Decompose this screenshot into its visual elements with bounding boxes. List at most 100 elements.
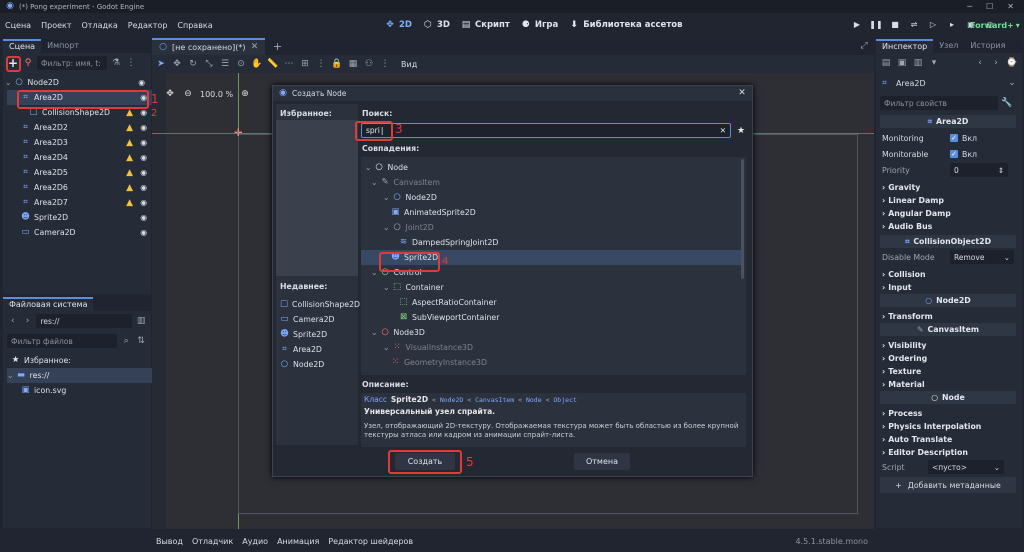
group-icon[interactable]: ▦ — [347, 58, 359, 70]
visibility-eye-icon[interactable]: ◉ — [140, 153, 147, 162]
maximize-icon[interactable]: ☐ — [986, 2, 993, 11]
search-icon[interactable]: ⌕ — [120, 335, 132, 347]
view-menu[interactable]: Вид — [401, 60, 417, 69]
menu-scene[interactable]: Сцена — [0, 21, 36, 30]
smart-snap-icon[interactable]: ⋯ — [283, 58, 295, 70]
visibility-eye-icon[interactable]: ◉ — [140, 213, 147, 222]
move-tool-icon[interactable]: ✥ — [171, 58, 183, 70]
visibility-eye-icon[interactable]: ◉ — [140, 108, 147, 117]
match-subviewportcontainer[interactable]: ⊠ SubViewportContainer — [361, 310, 743, 325]
warning-icon[interactable]: ▲ — [126, 198, 133, 208]
pan-tool-icon[interactable]: ✋ — [251, 58, 263, 70]
workspace-3d[interactable]: ⬡ 3D — [422, 19, 450, 31]
visibility-eye-icon[interactable]: ◉ — [140, 123, 147, 132]
section-material[interactable]: › Material — [876, 376, 1020, 392]
history-back-icon[interactable]: ‹ — [974, 57, 986, 69]
tree-node-area2d3[interactable]: ⌗ Area2D3 ▲ ◉ — [7, 135, 153, 150]
save-resource-icon[interactable]: ▥ — [912, 57, 924, 69]
skeleton-icon[interactable]: ⚇ — [363, 58, 375, 70]
visibility-eye-icon[interactable]: ◉ — [140, 228, 147, 237]
tree-node-area2d7[interactable]: ⌗ Area2D7 ▲ ◉ — [7, 195, 153, 210]
close-tab-icon[interactable]: ✕ — [248, 42, 260, 54]
load-resource-icon[interactable]: ▣ — [896, 57, 908, 69]
select-tool-icon[interactable]: ➤ — [155, 58, 167, 70]
match-canvasitem[interactable]: ⌄ ✎ CanvasItem — [361, 175, 743, 190]
section-input[interactable]: › Input — [876, 279, 1020, 295]
favorite-star-icon[interactable]: ★ — [735, 125, 747, 137]
resource-menu-icon[interactable]: ▾ — [928, 57, 940, 69]
snap-options-icon[interactable]: ⋮ — [315, 58, 327, 70]
match-visualinstance3d[interactable]: ⌄ ⁙ VisualInstance3D — [361, 340, 743, 355]
section-audio-bus[interactable]: › Audio Bus — [876, 218, 1020, 234]
link-icon[interactable]: ⚲ — [22, 57, 34, 69]
recent-item-camera2d[interactable]: ▭ Camera2D — [280, 312, 358, 327]
recent-item-collisionshape2d[interactable]: □ CollisionShape2D — [280, 297, 360, 312]
tree-node-sprite2d[interactable]: ☻ Sprite2D ◉ — [7, 210, 153, 225]
scale-tool-icon[interactable]: ⤡ — [203, 58, 215, 70]
tab-filesystem[interactable]: Файловая система — [3, 297, 94, 311]
match-animatedsprite2d[interactable]: ▣ AnimatedSprite2D — [361, 205, 743, 220]
split-mode-icon[interactable]: ▥ — [135, 315, 147, 327]
menu-help[interactable]: Справка — [172, 21, 217, 30]
match-joint2d[interactable]: ⌄ ○ Joint2D — [361, 220, 743, 235]
visibility-eye-icon[interactable]: ◉ — [140, 168, 147, 177]
remote-debug-icon[interactable]: ⇌ — [907, 17, 921, 31]
close-icon[interactable]: ✕ — [736, 88, 748, 100]
tab-inspector[interactable]: Инспектор — [876, 39, 934, 53]
tree-node-camera2d[interactable]: ▭ Camera2D ◉ — [7, 225, 153, 240]
visibility-eye-icon[interactable]: ◉ — [140, 198, 147, 207]
play-scene-icon[interactable]: ▷ — [926, 17, 940, 31]
tab-import[interactable]: Импорт — [41, 39, 85, 53]
favorites-item[interactable]: ★ Избранное: — [11, 353, 157, 368]
warning-icon[interactable]: ▲ — [126, 168, 133, 178]
menu-dots-icon[interactable]: ⋮ — [125, 57, 137, 69]
warning-icon[interactable]: ▲ — [126, 108, 133, 118]
recent-item-node2d[interactable]: ○ Node2D — [280, 357, 358, 372]
forward-icon[interactable]: › — [22, 315, 34, 327]
match-node2d[interactable]: ⌄ ○ Node2D — [361, 190, 743, 205]
pause-icon[interactable]: ❚❚ — [869, 17, 883, 31]
play-icon[interactable]: ▶ — [850, 17, 864, 31]
visibility-eye-icon[interactable]: ◉ — [140, 138, 147, 147]
path-input[interactable]: res:// — [36, 314, 133, 328]
tab-debugger[interactable]: Отладчик — [192, 537, 233, 546]
filter-icon[interactable]: ⚗ — [110, 57, 122, 69]
file-filter-input[interactable]: Фильтр файлов — [7, 334, 118, 348]
rotate-tool-icon[interactable]: ↻ — [187, 58, 199, 70]
warning-icon[interactable]: ▲ — [126, 183, 133, 193]
warning-icon[interactable]: ▲ — [126, 153, 133, 163]
match-node[interactable]: ⌄ ○ Node — [361, 160, 743, 175]
recent-item-sprite2d[interactable]: ☻ Sprite2D — [280, 327, 358, 342]
tab-audio[interactable]: Аудио — [242, 537, 268, 546]
match-aspectratiocontainer[interactable]: ⬚ AspectRatioContainer — [361, 295, 743, 310]
scene-tab-unsaved[interactable]: ○ [не сохранено](*) ✕ — [152, 38, 266, 55]
close-icon[interactable]: ✕ — [1007, 2, 1014, 11]
class-name[interactable]: Sprite2D — [391, 395, 428, 404]
match-node3d[interactable]: ⌄ ○ Node3D — [361, 325, 743, 340]
recent-item-area2d[interactable]: ⌗ Area2D — [280, 342, 358, 357]
icon-svg-item[interactable]: ▣ icon.svg — [21, 383, 167, 398]
minimize-icon[interactable]: ─ — [967, 2, 972, 11]
visibility-eye-icon[interactable]: ◉ — [138, 78, 145, 87]
sort-icon[interactable]: ⇅ — [135, 335, 147, 347]
disable-mode-select[interactable]: Remove ⌄ — [950, 250, 1014, 264]
lock-icon[interactable]: 🔒 — [331, 58, 343, 70]
tab-animation[interactable]: Анимация — [277, 537, 319, 546]
workspace-assetlib[interactable]: ⬇ Библиотека ассетов — [568, 19, 682, 31]
add-metadata-button[interactable]: + Добавить метаданные — [880, 477, 1016, 493]
history-list-icon[interactable]: ⌚ — [1006, 57, 1018, 69]
property-filter-input[interactable]: Фильтр свойств — [880, 96, 998, 110]
pivot-tool-icon[interactable]: ⊙ — [235, 58, 247, 70]
zoom-level[interactable]: 100.0 % — [200, 90, 233, 99]
tab-scene[interactable]: Сцена — [3, 39, 42, 53]
search-input[interactable]: spri | ✕ — [361, 123, 731, 138]
tab-node[interactable]: Узел — [933, 39, 964, 53]
stop-icon[interactable]: ■ — [888, 17, 902, 31]
monitorable-checkbox[interactable]: ✓ — [950, 150, 958, 158]
scene-filter-input[interactable]: Фильтр: имя, t: — [37, 56, 107, 70]
warning-icon[interactable]: ▲ — [126, 138, 133, 148]
favorites-list[interactable] — [276, 120, 358, 276]
menu-project[interactable]: Проект — [36, 21, 76, 30]
matches-scrollbar[interactable] — [741, 159, 744, 279]
menu-editor[interactable]: Редактор — [123, 21, 173, 30]
